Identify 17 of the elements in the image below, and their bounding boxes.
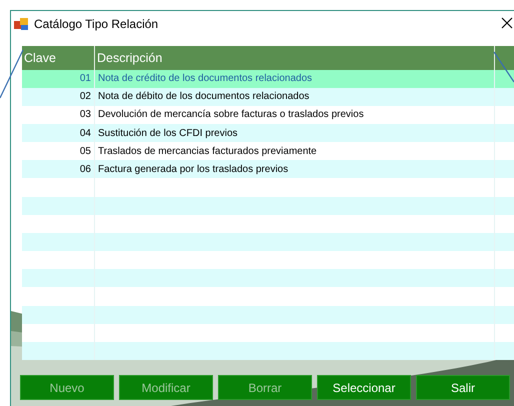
table-cell: Factura generada por los traslados previos [95,160,495,178]
table-row[interactable]: 06 Factura generada por los traslados previos [22,160,514,178]
table-cell: 02 [22,88,95,106]
diagonal-line [494,52,514,82]
table-row[interactable]: 01 Nota de crédito de los documentos relacionados [22,70,514,88]
table-cell: Sustitución de los CFDI previos [95,124,495,142]
table-row[interactable]: 02 Nota de débito de los documentos relacionados [22,88,514,106]
window-title: Catálogo Tipo Relación [34,16,158,30]
table-cell: 04 [22,124,95,142]
action-button[interactable]: Salir [416,375,510,400]
action-button[interactable]: Seleccionar [317,375,411,400]
table-cell: 06 [22,160,95,178]
table-cell: Nota de débito de los documentos relacionados [95,88,495,106]
table-row[interactable]: 04 Sustitución de los CFDI previos [22,124,514,142]
close-icon[interactable] [501,17,513,29]
app-icon [14,18,28,30]
diagonal-line [0,50,24,98]
